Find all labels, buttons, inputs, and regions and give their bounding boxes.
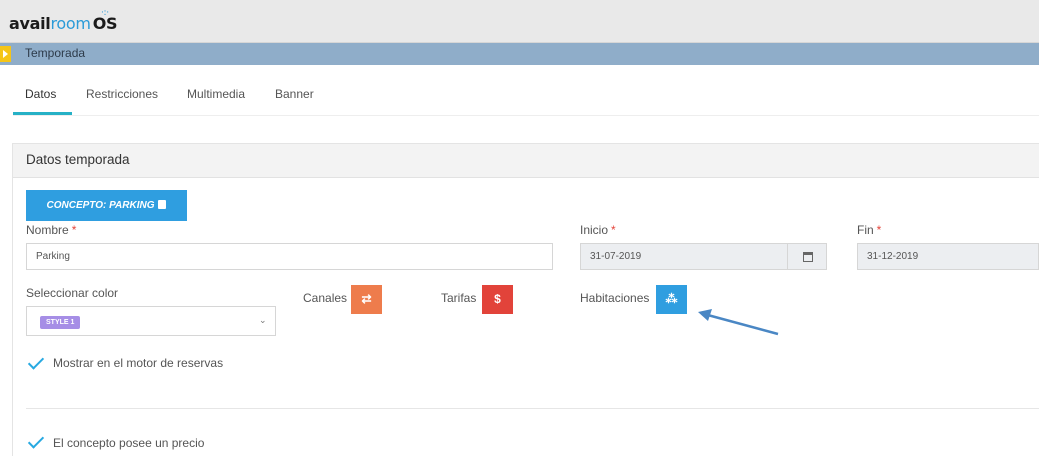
color-label: Seleccionar color bbox=[26, 286, 119, 300]
inicio-label-text: Inicio bbox=[580, 223, 609, 237]
play-marker-icon bbox=[0, 46, 11, 62]
fin-date-input[interactable]: 31-12-2019 bbox=[857, 243, 1039, 270]
calendar-button[interactable] bbox=[787, 243, 827, 270]
habitaciones-button[interactable]: ⁂ bbox=[656, 285, 687, 314]
tarifas-label: Tarifas bbox=[441, 291, 477, 305]
nombre-input[interactable]: Parking bbox=[26, 243, 553, 270]
inicio-label: Inicio * bbox=[580, 223, 616, 237]
nombre-label: Nombre * bbox=[26, 223, 76, 237]
app-logo[interactable]: availroom OS ·:· bbox=[9, 8, 118, 33]
posee-precio-label: El concepto posee un precio bbox=[53, 436, 205, 450]
logo-dots: ·:· bbox=[101, 8, 109, 18]
inicio-date-input[interactable]: 31-07-2019 bbox=[580, 243, 788, 270]
color-select[interactable]: STYLE 1 ⌄ bbox=[26, 306, 276, 336]
tarifas-button[interactable]: $ bbox=[482, 285, 513, 314]
required-mark: * bbox=[71, 223, 77, 237]
dollar-icon: $ bbox=[494, 292, 501, 306]
annotation-arrow bbox=[698, 309, 779, 336]
book-icon bbox=[158, 200, 167, 209]
nombre-label-text: Nombre bbox=[26, 223, 69, 237]
fin-label: Fin * bbox=[857, 223, 881, 237]
rooms-icon: ⁂ bbox=[665, 292, 678, 306]
canales-label: Canales bbox=[303, 291, 348, 305]
panel-header: Datos temporada bbox=[13, 144, 1039, 178]
concept-button[interactable]: CONCEPTO: PARKING bbox=[26, 190, 187, 221]
color-chip: STYLE 1 bbox=[40, 316, 81, 329]
tab-bar: Datos Restricciones Multimedia Banner bbox=[13, 80, 1039, 116]
section-bar: Temporada bbox=[0, 43, 1039, 65]
tab-multimedia[interactable]: Multimedia bbox=[187, 87, 245, 101]
swap-icon: ⇄ bbox=[361, 292, 372, 306]
mostrar-motor-checkbox[interactable] bbox=[26, 355, 44, 371]
panel-title: Datos temporada bbox=[26, 152, 130, 167]
section-title: Temporada bbox=[25, 46, 86, 60]
habitaciones-label: Habitaciones bbox=[580, 291, 650, 305]
canales-button[interactable]: ⇄ bbox=[351, 285, 382, 314]
required-mark: * bbox=[611, 223, 616, 237]
calendar-icon bbox=[803, 252, 813, 262]
tab-restricciones[interactable]: Restricciones bbox=[86, 87, 158, 101]
logo-avail: avail bbox=[9, 14, 51, 33]
active-tab-indicator bbox=[13, 112, 72, 115]
chevron-down-icon: ⌄ bbox=[259, 315, 267, 325]
app-header: availroom OS ·:· bbox=[0, 0, 1039, 43]
required-mark: * bbox=[876, 223, 882, 237]
mostrar-motor-label: Mostrar en el motor de reservas bbox=[53, 356, 224, 370]
logo-room: room bbox=[50, 14, 92, 33]
divider bbox=[26, 408, 1039, 409]
concept-button-label: CONCEPTO: PARKING bbox=[46, 200, 155, 211]
tab-datos[interactable]: Datos bbox=[25, 87, 56, 101]
fin-label-text: Fin bbox=[857, 223, 874, 237]
tab-banner[interactable]: Banner bbox=[275, 87, 314, 101]
posee-precio-checkbox[interactable] bbox=[26, 434, 44, 450]
